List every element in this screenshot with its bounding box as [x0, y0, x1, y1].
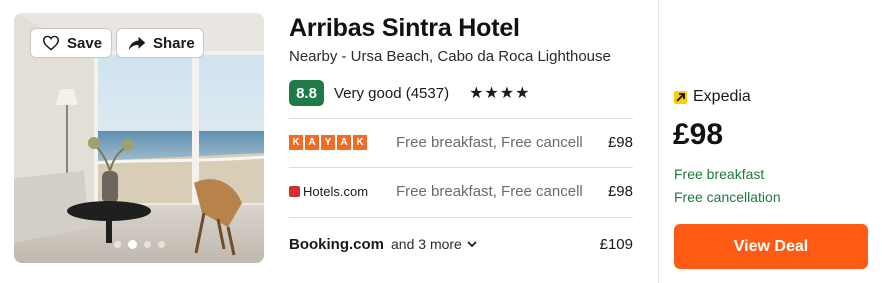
rating-text[interactable]: Very good (4537) [334, 85, 449, 102]
rating-row: 8.8 Very good (4537) ★★★★ [289, 80, 530, 106]
offer-price: £98 [607, 182, 633, 200]
save-button[interactable]: Save [30, 28, 112, 58]
chevron-down-icon[interactable] [467, 240, 477, 248]
carousel-dot[interactable] [143, 241, 151, 248]
booking-com-name: Booking.com [289, 235, 385, 253]
expedia-icon [674, 90, 687, 104]
hotel-name[interactable]: Arribas Sintra Hotel [289, 14, 520, 43]
more-offers-label[interactable]: and 3 more [391, 236, 462, 252]
kayak-logo-icon: KAYAK [289, 134, 367, 150]
deal-price: £98 [673, 118, 724, 151]
save-label: Save [67, 34, 103, 52]
carousel-dot[interactable] [113, 241, 121, 248]
share-button[interactable]: Share [116, 28, 204, 58]
view-deal-button[interactable]: View Deal [674, 224, 868, 269]
star-rating: ★★★★ [469, 85, 531, 102]
carousel-dot-active[interactable] [127, 240, 137, 249]
deal-provider-name: Expedia [693, 88, 751, 105]
offer-price: £98 [607, 133, 633, 151]
deal-perk-breakfast: Free breakfast [674, 166, 765, 182]
panel-divider [658, 0, 659, 283]
more-offers-row[interactable]: Booking.com and 3 more £109 [289, 224, 633, 264]
share-arrow-icon [128, 36, 146, 50]
provider-logo: Hotels.com [289, 184, 396, 199]
provider-logo: KAYAK [289, 134, 396, 150]
hotel-result-card: Save Share Arribas Sintra Hotel Nearby -… [0, 0, 882, 283]
share-label: Share [153, 34, 195, 52]
hotels-com-icon [289, 185, 300, 197]
hotels-com-logo: Hotels.com [289, 184, 368, 199]
carousel-dot[interactable] [157, 241, 165, 248]
divider [289, 217, 633, 218]
booking-com-price: £109 [599, 235, 633, 253]
offer-row-hotels-com[interactable]: Hotels.com Free breakfast, Free cancell.… [289, 168, 633, 214]
deal-provider: Expedia [674, 88, 751, 106]
offer-row-kayak[interactable]: KAYAK Free breakfast, Free cancell... £9… [289, 119, 633, 165]
heart-icon [42, 35, 60, 51]
offer-description: Free breakfast, Free cancell... [396, 133, 583, 151]
offer-description: Free breakfast, Free cancell... [396, 182, 583, 200]
carousel-dots [14, 240, 264, 249]
hotel-photo[interactable]: Save Share [14, 13, 264, 263]
nearby-landmarks: Nearby - Ursa Beach, Cabo da Roca Lighth… [289, 48, 611, 65]
deal-perk-cancellation: Free cancellation [674, 189, 781, 205]
review-score-badge: 8.8 [289, 80, 324, 106]
hotels-com-name: Hotels.com [303, 183, 369, 199]
